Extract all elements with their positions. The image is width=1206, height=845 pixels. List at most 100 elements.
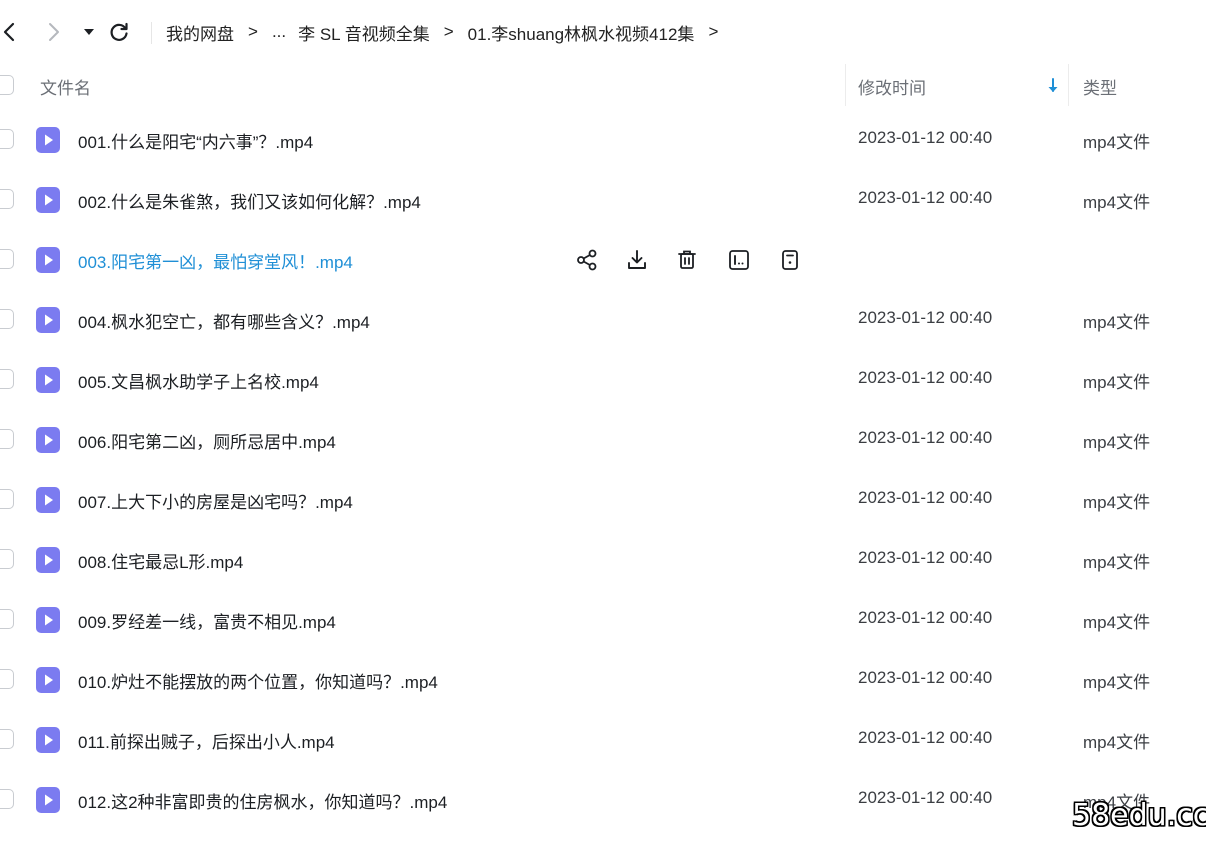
column-header-modified-time[interactable]: 修改时间 bbox=[858, 74, 926, 99]
more-icon bbox=[782, 250, 798, 270]
row-checkbox[interactable] bbox=[0, 129, 14, 149]
file-name[interactable]: 001.什么是阳宅“内六事”？.mp4 bbox=[78, 128, 313, 153]
file-modified-time: 2023-01-12 00:40 bbox=[858, 488, 993, 507]
video-file-icon bbox=[36, 307, 60, 333]
file-name[interactable]: 006.阳宅第二凶，厕所忌居中.mp4 bbox=[78, 428, 336, 453]
file-name[interactable]: 004.枫水犯空亡，都有哪些含义？.mp4 bbox=[78, 308, 370, 333]
column-resize-handle[interactable] bbox=[1068, 64, 1069, 106]
file-row[interactable]: 009.罗经差一线，富贵不相见.mp4 2023-01-12 00:40 mp4… bbox=[0, 589, 1206, 649]
breadcrumb-ellipsis[interactable]: ... bbox=[272, 22, 286, 42]
row-checkbox[interactable] bbox=[0, 249, 14, 269]
column-header-name[interactable]: 文件名 bbox=[40, 74, 91, 99]
refresh-icon bbox=[110, 22, 128, 41]
video-file-icon bbox=[36, 547, 60, 573]
download-button[interactable] bbox=[624, 247, 650, 273]
file-row[interactable]: 012.这2种非富即贵的住房枫水，你知道吗？.mp4 2023-01-12 00… bbox=[0, 769, 1206, 829]
file-modified-time: 2023-01-12 00:40 bbox=[858, 668, 993, 687]
file-type: mp4文件 bbox=[1083, 493, 1151, 512]
file-row[interactable]: 003.阳宅第一凶，最怕穿堂风！.mp4 bbox=[0, 229, 1206, 289]
breadcrumb: 我的网盘 > ... 李 SL 音视频全集 > 01.李shuang林枫水视频4… bbox=[166, 20, 732, 44]
refresh-button[interactable] bbox=[106, 20, 132, 44]
video-file-icon bbox=[36, 247, 60, 273]
file-modified-time: 2023-01-12 00:40 bbox=[858, 128, 993, 147]
file-type: mp4文件 bbox=[1083, 553, 1151, 572]
file-list: 001.什么是阳宅“内六事”？.mp4 2023-01-12 00:40 mp4… bbox=[0, 109, 1206, 829]
breadcrumb-item-current-folder[interactable]: 01.李shuang林枫水视频412集 bbox=[468, 20, 695, 45]
file-type: mp4文件 bbox=[1083, 433, 1151, 452]
breadcrumb-separator: > bbox=[708, 22, 719, 41]
file-modified-time: 2023-01-12 00:40 bbox=[858, 788, 993, 807]
file-modified-time: 2023-01-12 00:40 bbox=[858, 728, 993, 747]
file-name[interactable]: 010.炉灶不能摆放的两个位置，你知道吗？.mp4 bbox=[78, 668, 438, 693]
watermark: 58edu.cc bbox=[1072, 798, 1206, 833]
row-checkbox[interactable] bbox=[0, 369, 14, 389]
row-checkbox[interactable] bbox=[0, 729, 14, 749]
file-row[interactable]: 001.什么是阳宅“内六事”？.mp4 2023-01-12 00:40 mp4… bbox=[0, 109, 1206, 169]
file-table-header: 文件名 修改时间 类型 bbox=[0, 64, 1206, 106]
chevron-right-icon bbox=[49, 23, 59, 41]
video-file-icon bbox=[36, 187, 60, 213]
file-row[interactable]: 004.枫水犯空亡，都有哪些含义？.mp4 2023-01-12 00:40 m… bbox=[0, 289, 1206, 349]
breadcrumb-item-collection[interactable]: 李 SL 音视频全集 bbox=[298, 20, 430, 45]
file-name[interactable]: 011.前探出贼子，后探出小人.mp4 bbox=[78, 728, 335, 753]
sort-descending-icon[interactable] bbox=[1045, 77, 1061, 95]
history-dropdown-button[interactable] bbox=[80, 20, 98, 44]
row-checkbox[interactable] bbox=[0, 669, 14, 689]
video-file-icon bbox=[36, 127, 60, 153]
breadcrumb-item-root[interactable]: 我的网盘 bbox=[166, 20, 234, 45]
nav-divider bbox=[151, 22, 152, 44]
file-row[interactable]: 011.前探出贼子，后探出小人.mp4 2023-01-12 00:40 mp4… bbox=[0, 709, 1206, 769]
back-button[interactable] bbox=[0, 20, 18, 44]
file-name[interactable]: 009.罗经差一线，富贵不相见.mp4 bbox=[78, 608, 336, 633]
file-type: mp4文件 bbox=[1083, 373, 1151, 392]
file-modified-time: 2023-01-12 00:40 bbox=[858, 428, 993, 447]
file-row[interactable]: 002.什么是朱雀煞，我们又该如何化解？.mp4 2023-01-12 00:4… bbox=[0, 169, 1206, 229]
file-row[interactable]: 007.上大下小的房屋是凶宅吗？.mp4 2023-01-12 00:40 mp… bbox=[0, 469, 1206, 529]
row-checkbox[interactable] bbox=[0, 489, 14, 509]
breadcrumb-separator: > bbox=[443, 22, 454, 41]
file-name[interactable]: 002.什么是朱雀煞，我们又该如何化解？.mp4 bbox=[78, 188, 421, 213]
file-row[interactable]: 010.炉灶不能摆放的两个位置，你知道吗？.mp4 2023-01-12 00:… bbox=[0, 649, 1206, 709]
caret-down-icon bbox=[84, 29, 94, 35]
file-name[interactable]: 003.阳宅第一凶，最怕穿堂风！.mp4 bbox=[78, 248, 353, 273]
file-name[interactable]: 012.这2种非富即贵的住房枫水，你知道吗？.mp4 bbox=[78, 788, 447, 813]
file-name[interactable]: 005.文昌枫水助学子上名校.mp4 bbox=[78, 368, 319, 393]
delete-button[interactable] bbox=[674, 247, 700, 273]
file-name[interactable]: 008.住宅最忌L形.mp4 bbox=[78, 548, 243, 573]
file-type: mp4文件 bbox=[1083, 133, 1151, 152]
file-modified-time: 2023-01-12 00:40 bbox=[858, 548, 993, 567]
more-button[interactable] bbox=[777, 247, 803, 273]
file-type: mp4文件 bbox=[1083, 613, 1151, 632]
file-type: mp4文件 bbox=[1083, 733, 1151, 752]
column-header-type[interactable]: 类型 bbox=[1083, 74, 1117, 99]
video-file-icon bbox=[36, 607, 60, 633]
row-checkbox[interactable] bbox=[0, 549, 14, 569]
breadcrumb-separator: > bbox=[248, 22, 258, 41]
file-modified-time: 2023-01-12 00:40 bbox=[858, 188, 993, 207]
file-row[interactable]: 006.阳宅第二凶，厕所忌居中.mp4 2023-01-12 00:40 mp4… bbox=[0, 409, 1206, 469]
row-checkbox[interactable] bbox=[0, 189, 14, 209]
file-row[interactable]: 005.文昌枫水助学子上名校.mp4 2023-01-12 00:40 mp4文… bbox=[0, 349, 1206, 409]
file-modified-time: 2023-01-12 00:40 bbox=[858, 368, 993, 387]
row-checkbox[interactable] bbox=[0, 429, 14, 449]
file-type: mp4文件 bbox=[1083, 673, 1151, 692]
rename-button[interactable] bbox=[726, 247, 752, 273]
file-row[interactable]: 008.住宅最忌L形.mp4 2023-01-12 00:40 mp4文件 bbox=[0, 529, 1206, 589]
video-file-icon bbox=[36, 787, 60, 813]
download-icon bbox=[628, 250, 646, 269]
column-resize-handle[interactable] bbox=[845, 64, 846, 106]
video-file-icon bbox=[36, 427, 60, 453]
forward-button[interactable] bbox=[44, 20, 64, 44]
row-checkbox[interactable] bbox=[0, 609, 14, 629]
row-checkbox[interactable] bbox=[0, 309, 14, 329]
file-name[interactable]: 007.上大下小的房屋是凶宅吗？.mp4 bbox=[78, 488, 353, 513]
chevron-left-icon bbox=[3, 22, 15, 42]
share-button[interactable] bbox=[574, 247, 600, 273]
file-type: mp4文件 bbox=[1083, 313, 1151, 332]
select-all-checkbox[interactable] bbox=[0, 75, 14, 95]
share-icon bbox=[577, 249, 597, 271]
rename-icon bbox=[729, 250, 749, 270]
row-checkbox[interactable] bbox=[0, 789, 14, 809]
delete-icon bbox=[678, 250, 696, 269]
video-file-icon bbox=[36, 487, 60, 513]
